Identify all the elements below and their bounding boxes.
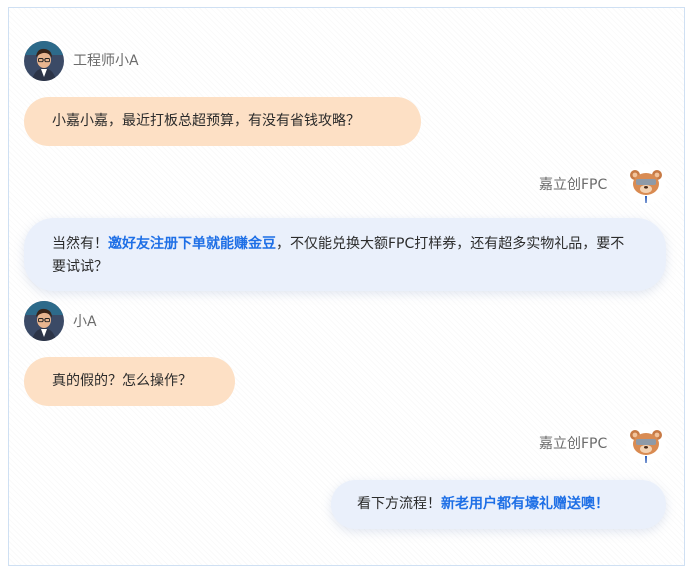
- sender-name: 嘉立创FPC: [539, 436, 608, 452]
- sender-name: 小A: [73, 314, 97, 330]
- engineer-avatar-icon: [24, 41, 64, 81]
- sender-name: 嘉立创FPC: [539, 177, 608, 193]
- highlight-text: 新老用户都有壕礼赠送噢！: [441, 496, 609, 512]
- message-bubble-user: 真的假的？怎么操作？: [24, 357, 235, 406]
- sender-name: 工程师小A: [73, 53, 139, 69]
- message-text: 当然有！: [52, 236, 108, 252]
- message-text: 看下方流程！: [357, 496, 441, 512]
- bear-mascot-icon: [626, 164, 666, 204]
- highlight-text: 邀好友注册下单就能赚金豆: [108, 236, 276, 252]
- message-bubble-bot: 当然有！邀好友注册下单就能赚金豆，不仅能兑换大额FPC打样券，还有超多实物礼品，…: [24, 218, 666, 291]
- message-bubble-bot: 看下方流程！ 新老用户都有壕礼赠送噢！: [331, 480, 666, 529]
- bear-mascot-icon: [626, 424, 666, 464]
- message-bubble-user: 小嘉小嘉，最近打板总超预算，有没有省钱攻略？: [24, 97, 421, 146]
- message-text: 小嘉小嘉，最近打板总超预算，有没有省钱攻略？: [52, 113, 360, 129]
- message-text: 真的假的？怎么操作？: [52, 373, 192, 389]
- engineer-avatar-icon: [24, 301, 64, 341]
